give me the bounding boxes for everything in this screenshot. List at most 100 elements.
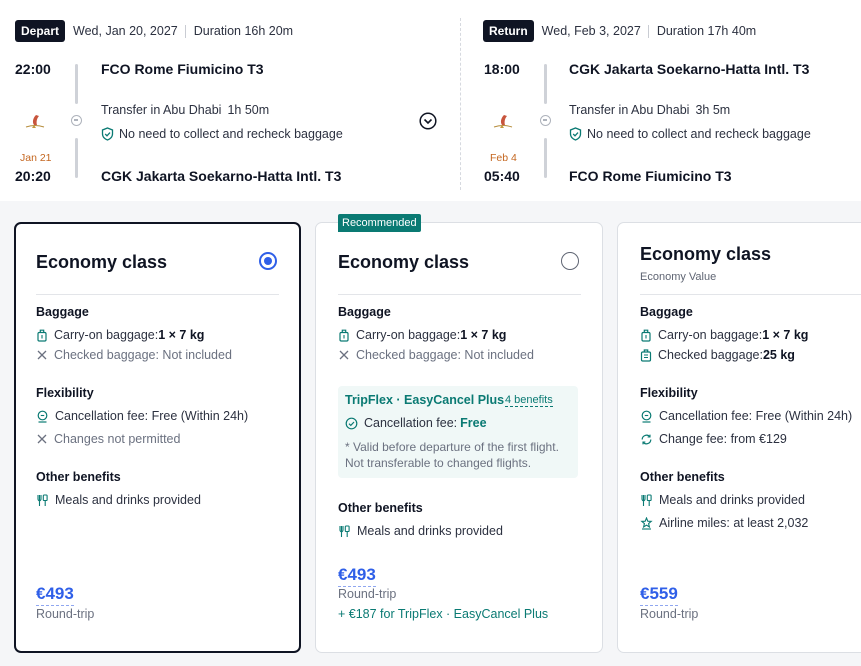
checked-baggage-feature: Checked baggage: Not included xyxy=(338,348,534,362)
depart-transfer: Transfer in Abu Dhabi 1h 50m xyxy=(101,103,269,117)
tripflex-title: TripFlex · EasyCancel Plus xyxy=(345,393,505,407)
return-leg: Return Wed, Feb 3, 2027 Duration 17h 40m… xyxy=(468,0,861,201)
cancel-policy-icon xyxy=(641,410,652,423)
chevron-down-circle-icon[interactable] xyxy=(419,112,437,130)
timeline-line xyxy=(75,138,78,178)
timeline-line xyxy=(75,64,78,104)
flexibility-section-title: Flexibility xyxy=(36,386,94,400)
fare-subtitle: Economy Value xyxy=(640,271,717,283)
return-next-day-date: Feb 4 xyxy=(490,152,517,164)
carry-on-label: Carry-on baggage: xyxy=(54,328,159,342)
checked-bag-icon xyxy=(640,348,652,362)
other-benefits-title: Other benefits xyxy=(36,470,121,484)
return-transfer: Transfer in Abu Dhabi 3h 5m xyxy=(569,103,730,117)
meals-text: Meals and drinks provided xyxy=(659,493,805,507)
tripflex-addon-price: + €187 for TripFlex · EasyCancel Plus xyxy=(338,607,549,621)
timeline-line xyxy=(544,64,547,104)
baggage-section-title: Baggage xyxy=(640,305,693,319)
x-icon xyxy=(37,434,47,444)
baggage-note-text: No need to collect and recheck baggage xyxy=(119,127,343,141)
transfer-duration: 1h 50m xyxy=(227,103,270,117)
depart-duration: Duration 16h 20m xyxy=(193,24,294,38)
tripflex-note: * Valid before departure of the first fl… xyxy=(345,440,559,470)
return-origin-airport: CGK Jakarta Soekarno-Hatta Intl. T3 xyxy=(569,61,810,77)
fare-radio-selected[interactable] xyxy=(259,252,277,270)
checked-baggage-feature: Checked baggage: 25 kg xyxy=(640,348,795,362)
fare-price[interactable]: €559 xyxy=(640,584,678,606)
divider xyxy=(338,294,581,295)
depart-badge: Depart xyxy=(15,20,66,42)
x-icon xyxy=(339,350,349,360)
leg-separator xyxy=(460,18,461,190)
other-benefits-title: Other benefits xyxy=(640,470,725,484)
checked-baggage-feature: Checked baggage: Not included xyxy=(36,348,232,362)
shield-check-icon xyxy=(569,127,582,141)
other-benefits-title: Other benefits xyxy=(338,501,423,515)
meals-icon xyxy=(37,493,48,506)
meals-feature: Meals and drinks provided xyxy=(338,524,503,538)
transfer-label: Transfer in Abu Dhabi xyxy=(569,103,690,117)
return-badge: Return xyxy=(483,20,534,42)
depart-header: Depart Wed, Jan 20, 2027 Duration 16h 20… xyxy=(15,20,293,42)
x-icon xyxy=(37,350,47,360)
carry-on-feature: Carry-on baggage: 1 × 7 kg xyxy=(338,328,506,342)
fare-price[interactable]: €493 xyxy=(338,565,376,587)
recommended-ribbon: Recommended xyxy=(338,214,421,232)
cancellation-feature: Cancellation fee: Free (Within 24h) xyxy=(36,409,248,423)
airline-logo-icon xyxy=(493,115,513,128)
checked-baggage-text: Checked baggage: Not included xyxy=(356,348,534,362)
change-fee-text: Change fee: from €129 xyxy=(659,432,787,446)
miles-text: Airline miles: at least 2,032 xyxy=(659,516,809,530)
checked-baggage-label: Checked baggage: xyxy=(658,348,763,362)
timeline-line xyxy=(544,138,547,178)
flexibility-section-title: Flexibility xyxy=(640,386,698,400)
changes-text: Changes not permitted xyxy=(54,432,181,446)
cancellation-text: Cancellation fee: Free (Within 24h) xyxy=(55,409,249,423)
meals-feature: Meals and drinks provided xyxy=(36,493,201,507)
shield-check-icon xyxy=(101,127,114,141)
carry-on-bag-icon xyxy=(641,329,651,342)
baggage-section-title: Baggage xyxy=(36,305,89,319)
meals-text: Meals and drinks provided xyxy=(55,493,201,507)
cancellation-feature: Cancellation fee: Free (Within 24h) xyxy=(640,409,852,423)
depart-arrival-time: 20:20 xyxy=(15,168,51,184)
miles-feature: Airline miles: at least 2,032 xyxy=(640,516,808,530)
return-header: Return Wed, Feb 3, 2027 Duration 17h 40m xyxy=(483,20,756,42)
depart-destination-airport: CGK Jakarta Soekarno-Hatta Intl. T3 xyxy=(101,168,342,184)
fare-title: Economy class xyxy=(640,244,772,264)
fare-price[interactable]: €493 xyxy=(36,584,74,606)
cancel-policy-icon xyxy=(37,410,48,423)
carry-on-bag-icon xyxy=(339,329,349,342)
tripflex-benefits-link[interactable]: 4 benefits xyxy=(505,394,553,407)
fare-price-sub: Round-trip xyxy=(640,607,699,621)
meals-icon xyxy=(641,493,652,506)
changes-feature: Changes not permitted xyxy=(36,432,180,446)
divider xyxy=(640,294,861,295)
carry-on-label: Carry-on baggage: xyxy=(356,328,461,342)
carry-on-value: 1 × 7 kg xyxy=(762,328,809,342)
carry-on-bag-icon xyxy=(37,329,47,342)
fare-radio[interactable] xyxy=(561,252,579,270)
fare-title: Economy class xyxy=(36,252,168,272)
checked-baggage-value: 25 kg xyxy=(762,348,795,362)
meals-feature: Meals and drinks provided xyxy=(640,493,805,507)
fare-price-sub: Round-trip xyxy=(338,587,397,601)
change-fee-icon xyxy=(641,434,652,444)
carry-on-value: 1 × 7 kg xyxy=(158,328,205,342)
depart-leg: Depart Wed, Jan 20, 2027 Duration 16h 20… xyxy=(0,0,455,201)
cancellation-text: Cancellation fee: Free (Within 24h) xyxy=(659,409,853,423)
return-destination-airport: FCO Rome Fiumicino T3 xyxy=(569,168,732,184)
tripflex-cancellation-feature: Cancellation fee: Free xyxy=(345,416,487,430)
divider xyxy=(36,294,279,295)
change-fee-feature: Change fee: from €129 xyxy=(640,432,787,446)
baggage-section-title: Baggage xyxy=(338,305,391,319)
carry-on-value: 1 × 7 kg xyxy=(460,328,507,342)
carry-on-feature: Carry-on baggage: 1 × 7 kg xyxy=(640,328,808,342)
tripflex-cancellation-value: Free xyxy=(460,416,487,430)
checked-baggage-text: Checked baggage: Not included xyxy=(54,348,232,362)
stop-dot xyxy=(540,115,551,126)
meals-text: Meals and drinks provided xyxy=(357,524,503,538)
check-circle-icon xyxy=(345,417,358,429)
transfer-label: Transfer in Abu Dhabi xyxy=(101,103,222,117)
return-duration: Duration 17h 40m xyxy=(656,24,757,38)
